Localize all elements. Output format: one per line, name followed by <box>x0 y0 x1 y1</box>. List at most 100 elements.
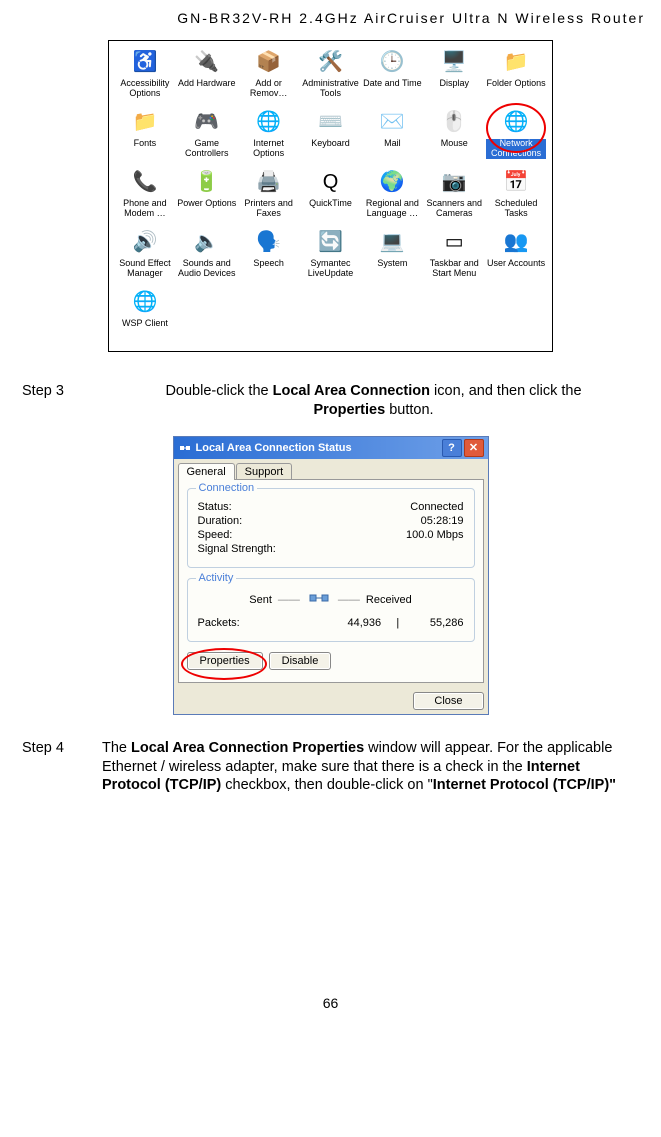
cp-label: Internet Options <box>239 139 299 159</box>
step3-text: Double-click the Local Area Connection i… <box>102 382 645 420</box>
cp-icon: 📅 <box>501 167 531 197</box>
cp-icon: 🌍 <box>377 167 407 197</box>
cp-item-display[interactable]: 🖥️Display <box>424 47 484 105</box>
step4-text: The Local Area Connection Properties win… <box>102 739 645 796</box>
cp-icon: 📷 <box>439 167 469 197</box>
activity-icon <box>306 589 332 611</box>
cp-item-phone-and-modem[interactable]: 📞Phone and Modem … <box>115 167 175 225</box>
duration-label: Duration: <box>198 515 243 527</box>
speed-value: 100.0 Mbps <box>406 529 463 541</box>
cp-icon: 🗣️ <box>254 227 284 257</box>
cp-item-taskbar-and-start-menu[interactable]: ▭Taskbar and Start Menu <box>424 227 484 285</box>
cp-icon: Q <box>315 167 345 197</box>
cp-item-system[interactable]: 💻 System <box>362 227 422 285</box>
cp-item-symantec-liveupdate[interactable]: 🔄Symantec LiveUpdate <box>301 227 361 285</box>
received-label: Received <box>366 594 412 606</box>
cp-label: Speech <box>253 259 284 269</box>
cp-icon: 🕒 <box>377 47 407 77</box>
cp-item-quicktime[interactable]: QQuickTime <box>301 167 361 225</box>
cp-icon: 💻 <box>377 227 407 257</box>
cp-item-administrative-tools[interactable]: 🛠️Administrative Tools <box>301 47 361 105</box>
cp-item-accessibility-options[interactable]: ♿Accessibility Options <box>115 47 175 105</box>
cp-item-keyboard[interactable]: ⌨️Keyboard <box>301 107 361 165</box>
cp-item-add-hardware[interactable]: 🔌 Add Hardware <box>177 47 237 105</box>
control-panel-window: ♿Accessibility Options🔌Add Hardware📦Add … <box>108 40 553 352</box>
duration-value: 05:28:19 <box>421 515 464 527</box>
close-dialog-button[interactable]: Close <box>413 692 483 710</box>
cp-label: Network Connections <box>486 139 546 159</box>
tab-general[interactable]: General <box>178 463 235 480</box>
cp-label: Add or Remov… <box>239 79 299 99</box>
tab-support[interactable]: Support <box>236 463 293 480</box>
cp-item-date-and-time[interactable]: 🕒 Date and Time <box>362 47 422 105</box>
cp-label: Printers and Faxes <box>239 199 299 219</box>
dash-left: —— <box>278 594 300 606</box>
cp-item-printers-and-faxes[interactable]: 🖨️Printers and Faxes <box>239 167 299 225</box>
cp-item-scheduled-tasks[interactable]: 📅Scheduled Tasks <box>486 167 546 225</box>
cp-item-mouse[interactable]: 🖱️Mouse <box>424 107 484 165</box>
cp-item-fonts[interactable]: 📁Fonts <box>115 107 175 165</box>
close-button[interactable]: ✕ <box>464 439 484 457</box>
cp-label: Mail <box>384 139 401 149</box>
packets-received: 55,286 <box>430 617 464 629</box>
connection-group: Connection Status:Connected Duration:05:… <box>187 488 475 568</box>
cp-item-folder-options[interactable]: 📁 Folder Options <box>486 47 546 105</box>
status-value: Connected <box>410 501 463 513</box>
packets-label: Packets: <box>198 617 240 629</box>
cp-icon: 🌐 <box>254 107 284 137</box>
cp-item-sounds-and-audio-devices[interactable]: 🔈Sounds and Audio Devices <box>177 227 237 285</box>
page-header: GN-BR32V-RH 2.4GHz AirCruiser Ultra N Wi… <box>10 10 651 26</box>
dash-right: —— <box>338 594 360 606</box>
dialog-titlebar: Local Area Connection Status ? ✕ <box>174 437 488 459</box>
cp-item-wsp-client[interactable]: 🌐WSP Client <box>115 287 175 345</box>
packets-sent: 44,936 <box>347 617 381 629</box>
cp-label: Folder Options <box>487 79 546 89</box>
cp-label: Symantec LiveUpdate <box>301 259 361 279</box>
cp-icon: 📞 <box>130 167 160 197</box>
cp-label: User Accounts <box>487 259 545 269</box>
cp-item-user-accounts[interactable]: 👥User Accounts <box>486 227 546 285</box>
cp-label: Scanners and Cameras <box>424 199 484 219</box>
cp-item-speech[interactable]: 🗣️ Speech <box>239 227 299 285</box>
cp-item-game-controllers[interactable]: 🎮Game Controllers <box>177 107 237 165</box>
cp-icon: 🔌 <box>192 47 222 77</box>
help-button[interactable]: ? <box>442 439 462 457</box>
activity-legend: Activity <box>196 572 237 584</box>
cp-label: Mouse <box>441 139 468 149</box>
cp-item-network-connections[interactable]: 🌐Network Connections <box>486 107 546 165</box>
cp-icon: 🖥️ <box>439 47 469 77</box>
disable-button[interactable]: Disable <box>269 652 332 670</box>
cp-item-internet-options[interactable]: 🌐Internet Options <box>239 107 299 165</box>
cp-label: Date and Time <box>363 79 422 89</box>
cp-item-add-or-remov[interactable]: 📦Add or Remov… <box>239 47 299 105</box>
signal-label: Signal Strength: <box>198 543 276 555</box>
cp-icon: 🔈 <box>192 227 222 257</box>
connection-legend: Connection <box>196 482 258 494</box>
cp-item-mail[interactable]: ✉️Mail <box>362 107 422 165</box>
cp-item-scanners-and-cameras[interactable]: 📷Scanners and Cameras <box>424 167 484 225</box>
cp-item-regional-and-language[interactable]: 🌍Regional and Language … <box>362 167 422 225</box>
cp-icon: 📁 <box>130 107 160 137</box>
cp-label: Accessibility Options <box>115 79 175 99</box>
properties-button[interactable]: Properties <box>187 652 263 670</box>
cp-label: Game Controllers <box>177 139 237 159</box>
cp-icon: 📁 <box>501 47 531 77</box>
dialog-title: Local Area Connection Status <box>196 442 440 454</box>
cp-label: Regional and Language … <box>362 199 422 219</box>
connection-icon <box>178 441 192 455</box>
cp-icon: 🔊 <box>130 227 160 257</box>
cp-label: Scheduled Tasks <box>486 199 546 219</box>
cp-icon: 🌐 <box>501 107 531 137</box>
cp-item-sound-effect-manager[interactable]: 🔊Sound Effect Manager <box>115 227 175 285</box>
cp-item-power-options[interactable]: 🔋Power Options <box>177 167 237 225</box>
sent-label: Sent <box>249 594 272 606</box>
cp-label: System <box>377 259 407 269</box>
speed-label: Speed: <box>198 529 233 541</box>
activity-group: Activity Sent —— —— Received <box>187 578 475 642</box>
cp-icon: 🌐 <box>130 287 160 317</box>
cp-label: Add Hardware <box>178 79 236 89</box>
lan-status-dialog: Local Area Connection Status ? ✕ General… <box>173 436 489 715</box>
cp-icon: 📦 <box>254 47 284 77</box>
cp-icon: 🔄 <box>315 227 345 257</box>
step4-block: Step 4 The Local Area Connection Propert… <box>16 739 645 796</box>
